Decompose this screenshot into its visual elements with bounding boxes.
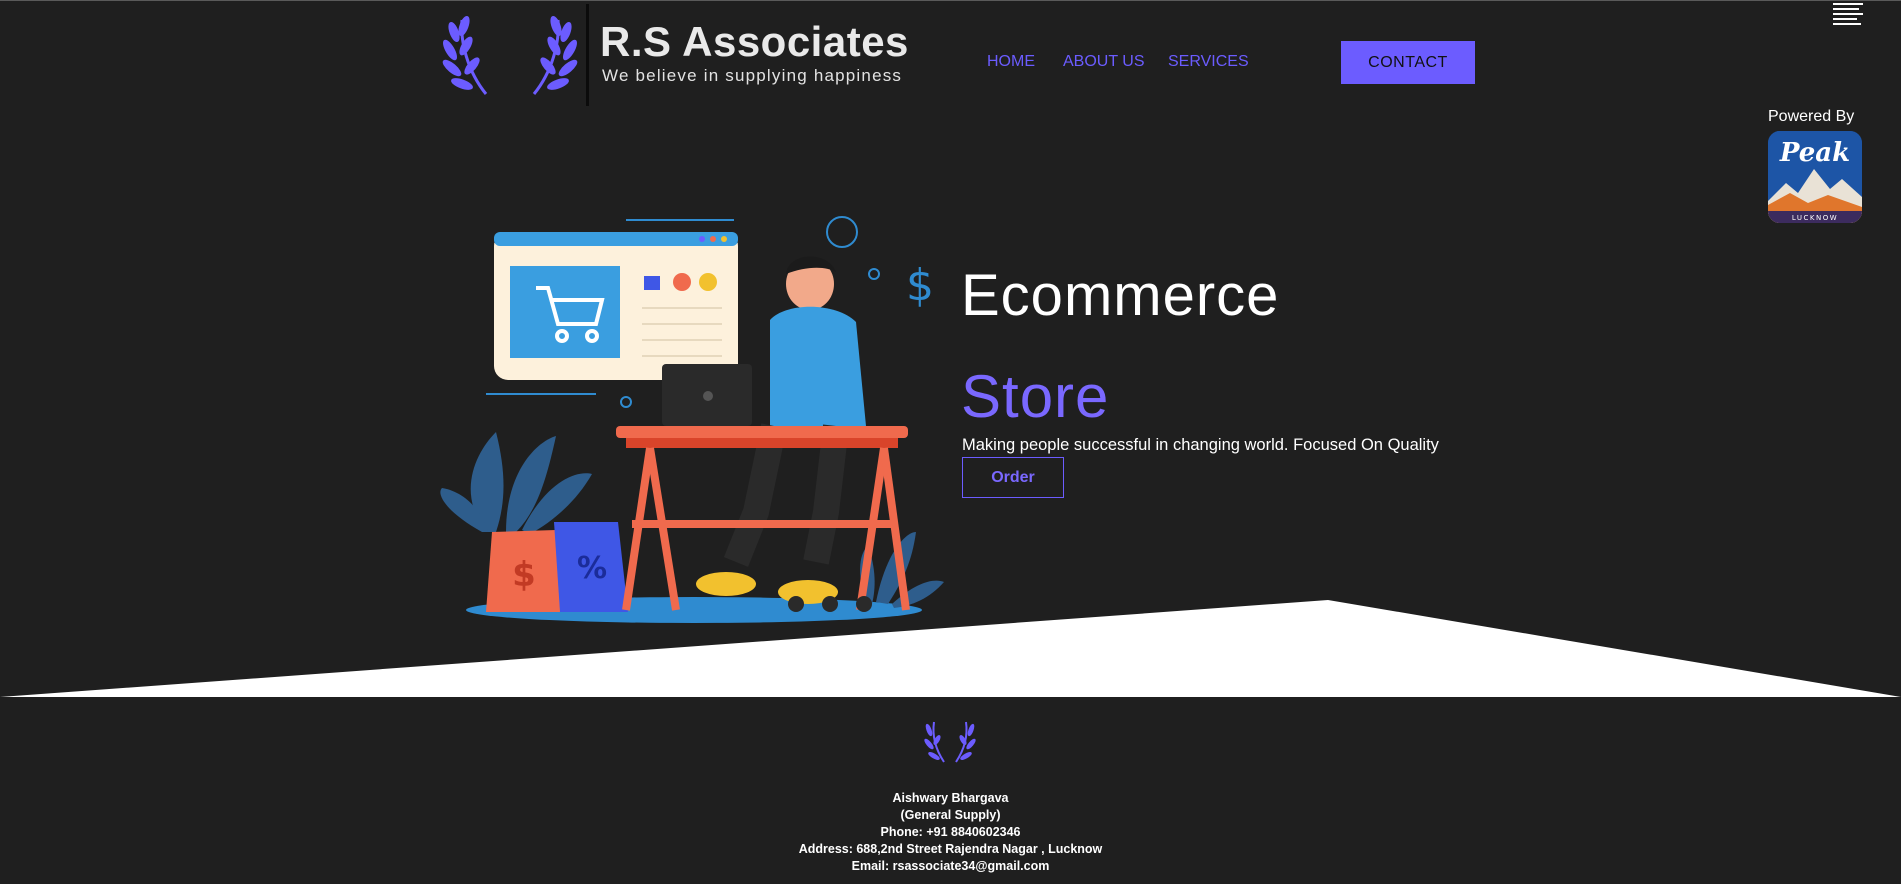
nav-home[interactable]: HOME [987,53,1035,71]
footer-address: Address: 688,2nd Street Rajendra Nagar ,… [798,842,1103,856]
svg-text:%: % [577,551,607,586]
dollar-icon [699,273,717,291]
hero-description: Making people successful in changing wor… [962,436,1439,454]
brand-title: R.S Associates [600,18,909,65]
powered-by-label: Powered By [1768,108,1855,125]
footer-role: (General Supply) [900,808,1001,822]
nav-services[interactable]: SERVICES [1168,53,1249,71]
order-button[interactable]: Order [962,457,1064,498]
footer-phone: Phone: +91 8840602346 [880,825,1021,839]
footer-email[interactable]: Email: rsassociate34@gmail.com [0,858,1901,875]
footer-name: Aishwary Bhargava [892,791,1009,805]
heart-icon [673,273,691,291]
laurel-logo-icon [924,721,976,763]
peak-badge-icon[interactable]: Peak LUCKNOW [1768,131,1862,223]
menu-icon[interactable] [1833,3,1863,25]
contact-button[interactable]: CONTACT [1341,41,1475,84]
ecommerce-illustration: $ % $ [440,216,944,623]
peak-badge-text: Peak [1779,138,1850,168]
footer-contact: Aishwary Bhargava (General Supply) Phone… [0,790,1901,875]
peak-badge-subtext: LUCKNOW [1792,214,1838,222]
brand-divider [586,4,589,106]
svg-text:$: $ [906,260,934,311]
nav-about-us[interactable]: ABOUT US [1063,53,1145,71]
like-icon [644,276,660,290]
hero-heading: Ecommerce [961,263,1280,328]
top-border [0,0,1901,1]
svg-text:$: $ [512,555,536,595]
laurel-logo-icon [442,16,578,95]
section-divider-wedge [0,600,1901,697]
hero-accent-heading: Store [961,363,1110,430]
brand-tagline: We believe in supplying happiness [602,66,903,85]
